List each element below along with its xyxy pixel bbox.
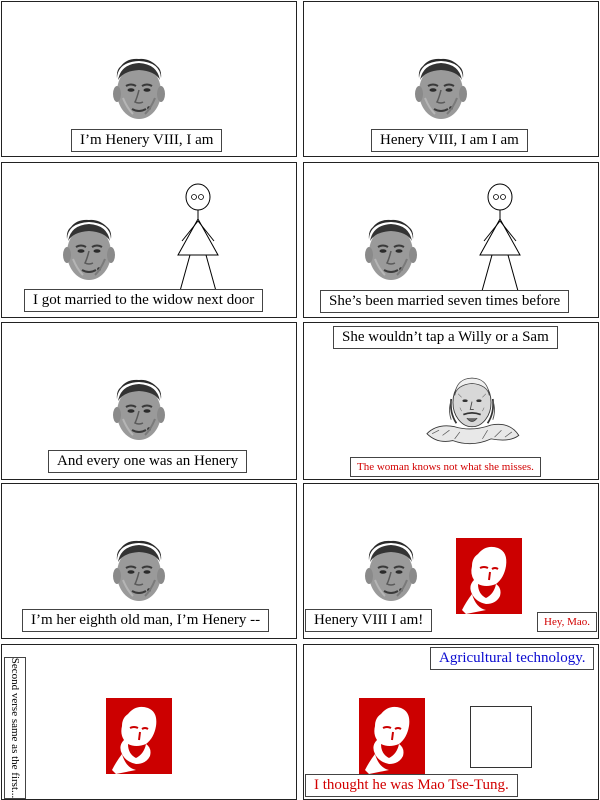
mao-face-icon (109, 57, 169, 123)
panel-5-caption: And every one was an Henery (48, 450, 248, 473)
comic-panel-2: Henery VIII, I am I am (303, 1, 599, 157)
stick-figure-icon (470, 183, 530, 293)
panel-6-speech-caption: The woman knows not what she misses. (350, 457, 541, 477)
empty-picture-frame (470, 706, 532, 768)
comic-panel-8: Henery VIII I am! Hey, Mao. (303, 483, 599, 639)
comic-panel-7: I’m her eighth old man, I’m Henery -- (1, 483, 297, 639)
panel-4-caption: She’s been married seven times before (320, 290, 570, 313)
comic-panel-6: She wouldn’t tap a Willy or a Sam The wo… (303, 322, 599, 480)
lenin-poster-icon (359, 698, 425, 774)
mao-face-icon (109, 378, 169, 444)
panel-3-caption: I got married to the widow next door (24, 289, 264, 312)
panel-8-speech-caption: Hey, Mao. (537, 612, 598, 632)
panel-8-caption: Henery VIII I am! (305, 609, 433, 632)
comic-panel-10: Agricultural technology. I thought he wa… (303, 644, 599, 800)
comic-panel-5: And every one was an Henery (1, 322, 297, 480)
mao-face-icon (361, 218, 421, 284)
panel-7-caption: I’m her eighth old man, I’m Henery -- (22, 609, 270, 632)
panel-10-top-caption: Agricultural technology. (430, 647, 595, 670)
comic-panel-3: I got married to the widow next door (1, 162, 297, 318)
shakespeare-bust-icon (412, 373, 532, 451)
comic-panel-9: Second verse same as the first... (1, 644, 297, 800)
mao-face-icon (361, 539, 421, 605)
comic-panel-1: I’m Henery VIII, I am (1, 1, 297, 157)
lenin-poster-icon (456, 538, 522, 614)
lenin-poster-icon (106, 698, 172, 774)
mao-face-icon (59, 218, 119, 284)
panel-1-caption: I’m Henery VIII, I am (71, 129, 223, 152)
panel-9-vertical-caption: Second verse same as the first... (4, 657, 26, 799)
comic-panel-4: She’s been married seven times before (303, 162, 599, 318)
panel-10-bottom-caption: I thought he was Mao Tse-Tung. (305, 774, 518, 797)
panel-6-caption: She wouldn’t tap a Willy or a Sam (333, 326, 558, 349)
stick-figure-icon (168, 183, 228, 293)
mao-face-icon (411, 57, 471, 123)
panel-2-caption: Henery VIII, I am I am (371, 129, 528, 152)
mao-face-icon (109, 539, 169, 605)
panel-9-vertical-text: Second verse same as the first... (9, 657, 21, 799)
